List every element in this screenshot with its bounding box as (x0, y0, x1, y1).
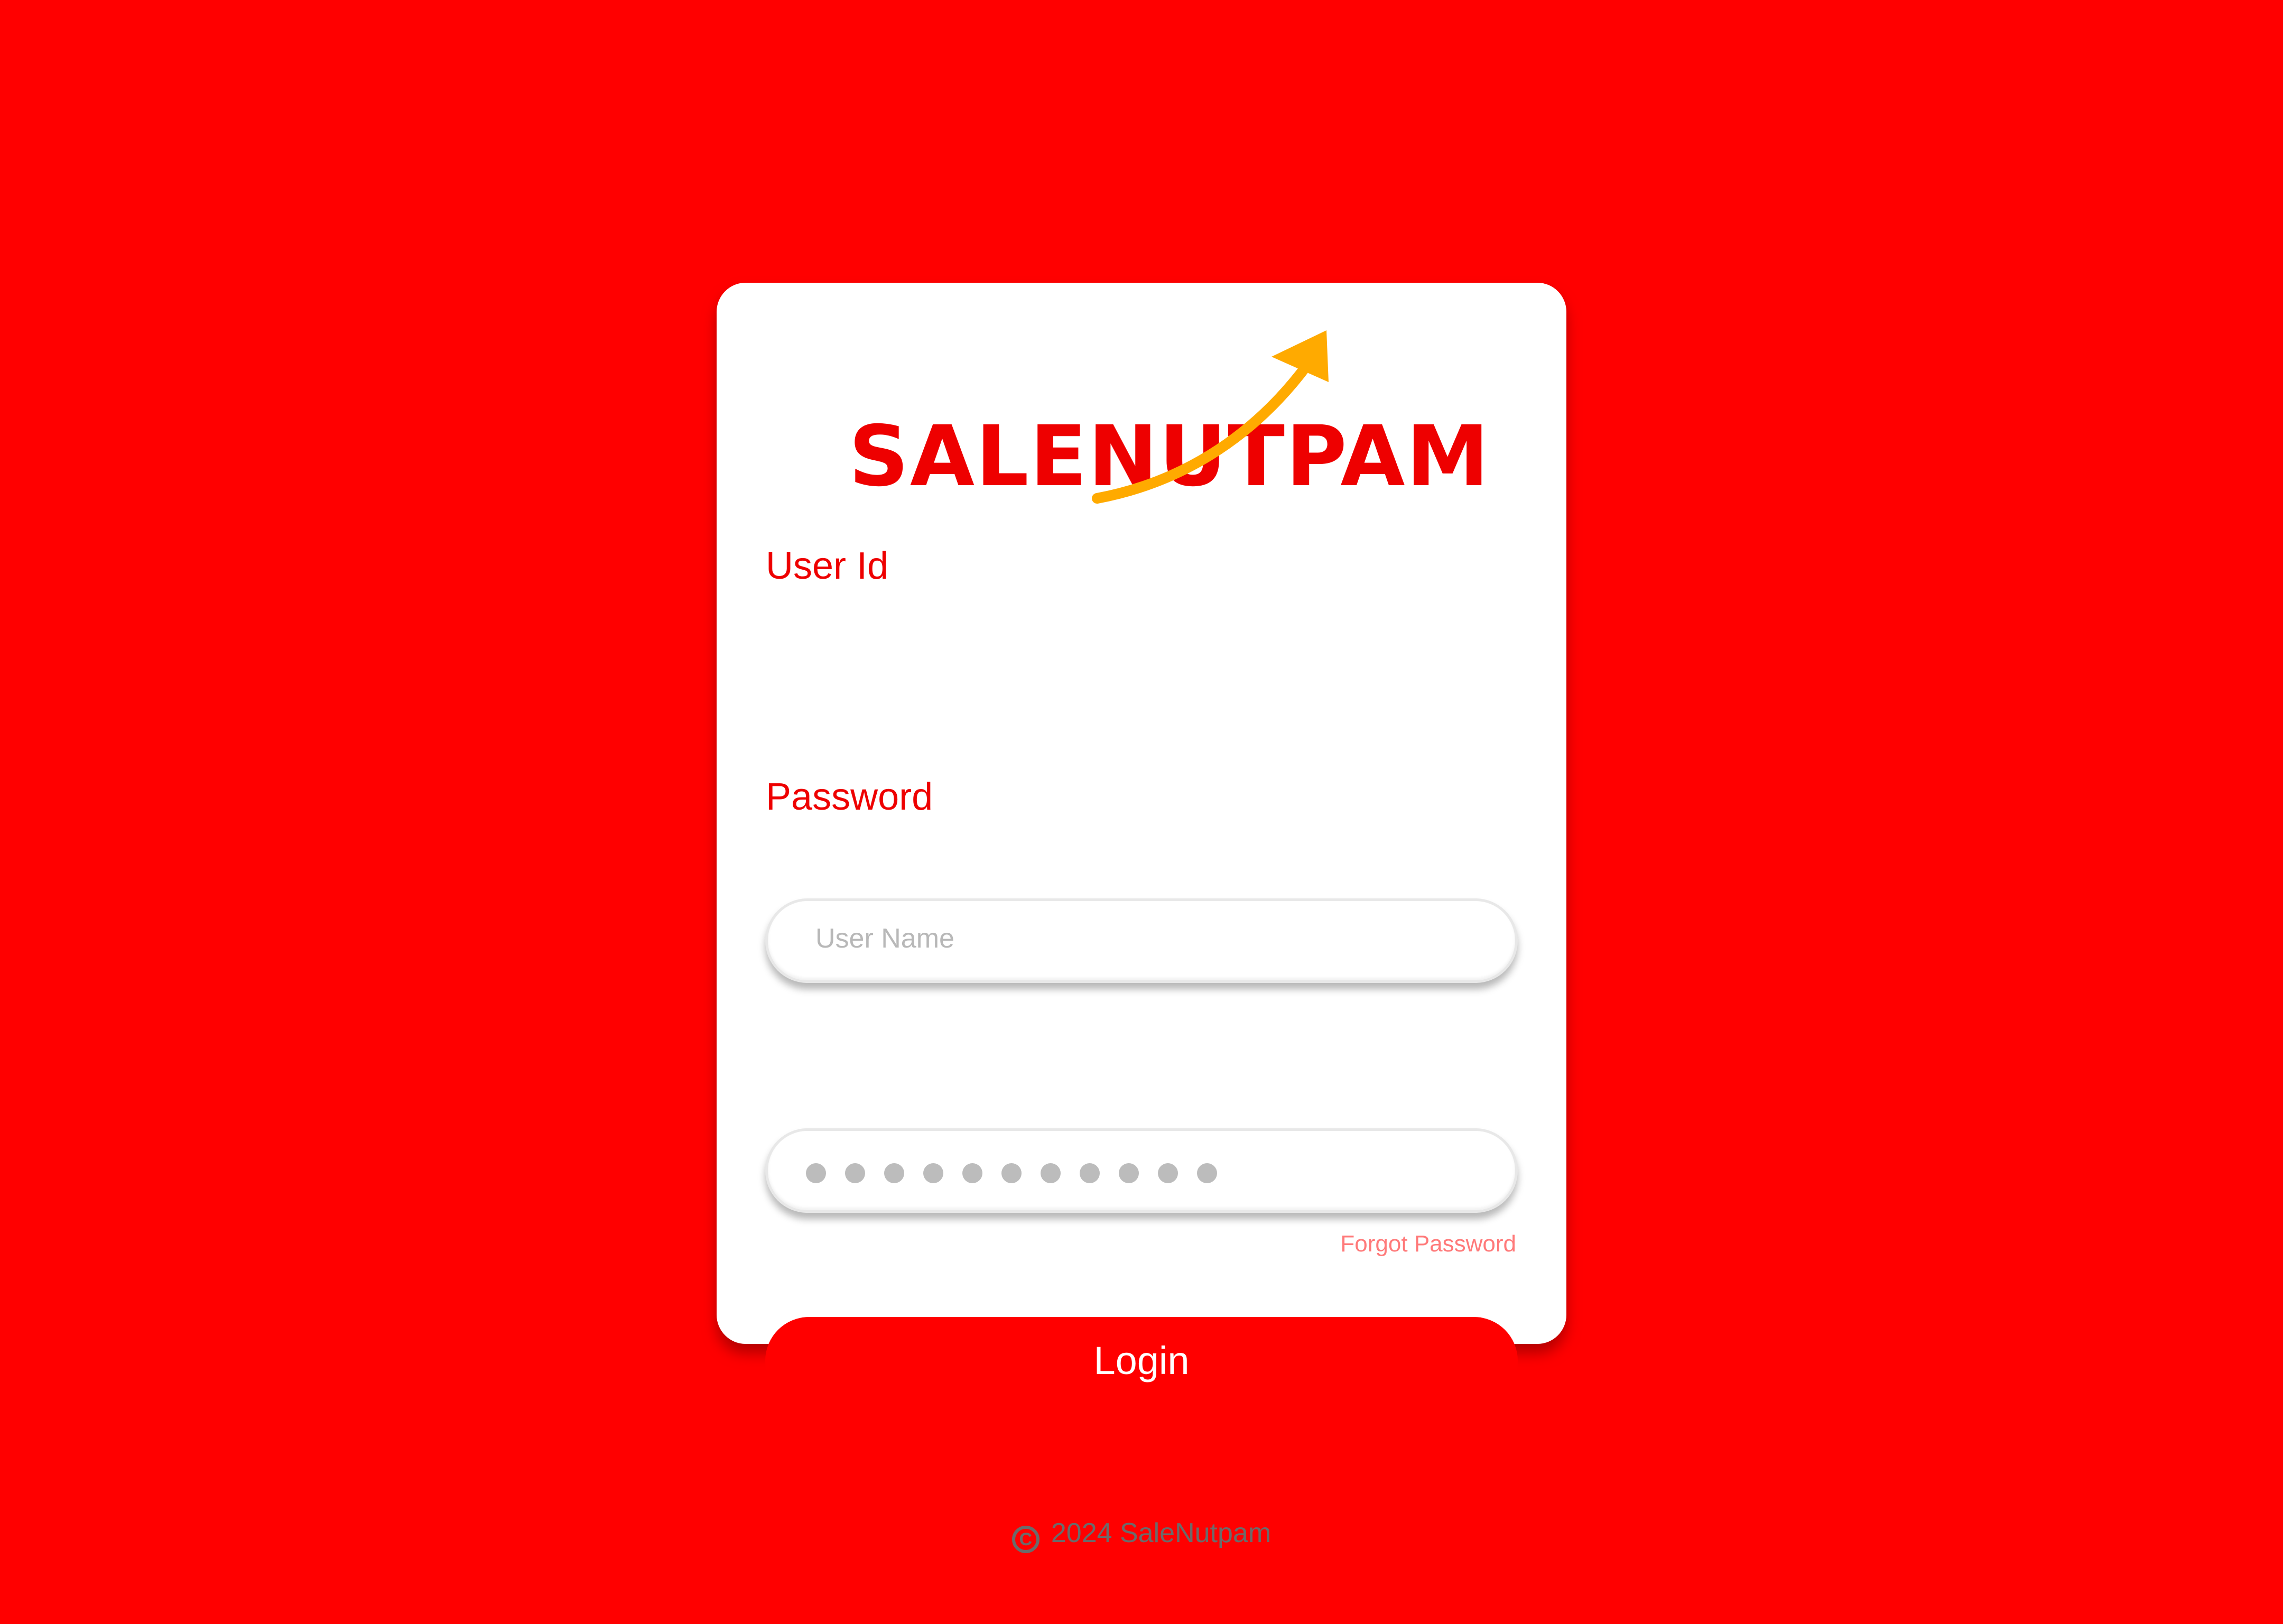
trend-arrow-icon (1092, 330, 1329, 504)
password-mask-dot (1197, 1163, 1217, 1183)
login-button[interactable]: Login (765, 1317, 1518, 1405)
password-mask-dot (923, 1163, 943, 1183)
login-card: SALENUTPAM User Id User Name Password Fo… (717, 283, 1566, 1553)
password-mask-dot (1001, 1163, 1022, 1183)
password-mask-dot (1080, 1163, 1100, 1183)
password-mask-dot (1158, 1163, 1178, 1183)
password-mask-dot (962, 1163, 982, 1183)
password-mask-dot (806, 1163, 826, 1183)
login-button-label: Login (1093, 1339, 1190, 1382)
user-id-placeholder: User Name (815, 923, 954, 954)
user-id-input[interactable]: User Name (765, 898, 1518, 983)
login-page: { "brand": { "logo_text": "SALENUTPAM", … (0, 0, 2283, 1624)
user-id-label: User Id (766, 545, 889, 587)
forgot-password-link[interactable]: Forgot Password (1340, 1232, 1516, 1256)
footer: C 2024 SaleNutpam (717, 1519, 1566, 1553)
footer-text: 2024 SaleNutpam (1051, 1518, 1272, 1548)
password-label: Password (766, 776, 933, 818)
copyright-icon: C (1011, 1526, 1040, 1553)
password-mask-dot (1041, 1163, 1061, 1183)
password-mask-dot (845, 1163, 865, 1183)
password-mask-dot (884, 1163, 904, 1183)
password-mask (806, 1163, 1217, 1183)
password-input[interactable] (765, 1128, 1518, 1213)
password-mask-dot (1119, 1163, 1139, 1183)
brand-logo: SALENUTPAM (849, 314, 1489, 505)
